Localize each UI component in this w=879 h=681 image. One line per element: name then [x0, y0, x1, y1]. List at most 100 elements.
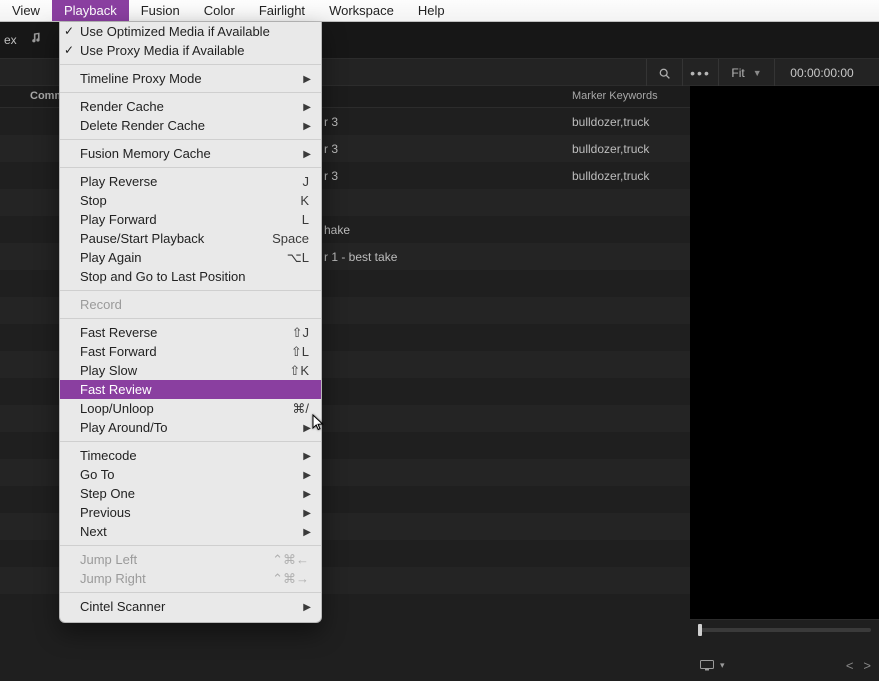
- timecode-display[interactable]: 00:00:00:00: [774, 59, 869, 87]
- slider-knob[interactable]: [698, 624, 702, 636]
- menu-item-timeline-proxy-mode[interactable]: Timeline Proxy Mode ▶: [60, 69, 321, 88]
- menu-separator: [60, 592, 321, 593]
- submenu-arrow-icon: ▶: [303, 70, 311, 89]
- menu-item-label: Step One: [80, 486, 135, 501]
- menu-item-play-forward[interactable]: Play Forward L: [60, 210, 321, 229]
- menu-item-previous[interactable]: Previous ▶: [60, 503, 321, 522]
- menu-item-label: Delete Render Cache: [80, 118, 205, 133]
- menu-item-label: Timecode: [80, 448, 137, 463]
- menu-item-label: Play Slow: [80, 363, 137, 378]
- menu-shortcut: ⇧L: [291, 342, 309, 361]
- menu-item-label: Pause/Start Playback: [80, 231, 204, 246]
- menu-workspace[interactable]: Workspace: [317, 0, 406, 21]
- menu-shortcut: ⇧J: [292, 323, 309, 342]
- jog-slider[interactable]: [698, 628, 871, 632]
- menu-item-stop-and-go-to-last-position[interactable]: Stop and Go to Last Position: [60, 267, 321, 286]
- menu-item-pause-start-playback[interactable]: Pause/Start Playback Space: [60, 229, 321, 248]
- submenu-arrow-icon: ▶: [303, 447, 311, 466]
- menu-item-label: Play Around/To: [80, 420, 167, 435]
- menu-item-label: Cintel Scanner: [80, 599, 165, 614]
- menu-item-label: Timeline Proxy Mode: [80, 71, 202, 86]
- menu-separator: [60, 139, 321, 140]
- menu-shortcut: L: [302, 210, 309, 229]
- prev-button[interactable]: <: [846, 658, 854, 673]
- menu-fairlight[interactable]: Fairlight: [247, 0, 317, 21]
- menu-item-record: Record: [60, 295, 321, 314]
- menu-shortcut: Space: [272, 229, 309, 248]
- menu-item-label: Fast Forward: [80, 344, 157, 359]
- menu-separator: [60, 290, 321, 291]
- menu-item-jump-left: Jump Left⌃⌘←: [60, 550, 321, 569]
- menu-item-render-cache[interactable]: Render Cache▶: [60, 97, 321, 116]
- chevron-down-icon: ▼: [753, 68, 762, 78]
- menu-fusion[interactable]: Fusion: [129, 0, 192, 21]
- zoom-fit-dropdown[interactable]: Fit ▼: [718, 59, 774, 87]
- menu-item-fast-reverse[interactable]: Fast Reverse ⇧J: [60, 323, 321, 342]
- menu-item-label: Loop/Unloop: [80, 401, 154, 416]
- menu-playback[interactable]: Playback: [52, 0, 129, 21]
- menu-color[interactable]: Color: [192, 0, 247, 21]
- chevron-down-icon: ▾: [720, 660, 725, 671]
- submenu-arrow-icon: ▶: [303, 419, 311, 438]
- playback-menu: ✓ Use Optimized Media if Available ✓ Use Pr…: [59, 22, 322, 623]
- menu-item-loop-unloop[interactable]: Loop/Unloop ⌘/: [60, 399, 321, 418]
- column-marker-keywords[interactable]: Marker Keywords: [572, 90, 658, 102]
- menu-separator: [60, 64, 321, 65]
- menu-item-play-around-to[interactable]: Play Around/To ▶: [60, 418, 321, 437]
- viewer-footer: ▾ < >: [690, 619, 879, 681]
- menu-item-go-to[interactable]: Go To▶: [60, 465, 321, 484]
- submenu-arrow-icon: ▶: [303, 504, 311, 523]
- menu-item-label: Stop: [80, 193, 107, 208]
- menu-item-use-proxy-media-if-available[interactable]: ✓ Use Proxy Media if Available: [60, 41, 321, 60]
- music-note-icon[interactable]: [29, 31, 42, 49]
- menu-item-delete-render-cache[interactable]: Delete Render Cache ▶: [60, 116, 321, 135]
- menu-item-label: Use Optimized Media if Available: [80, 24, 270, 39]
- menu-shortcut: ⌘/: [292, 399, 309, 418]
- check-icon: ✓: [64, 41, 74, 60]
- menu-item-cintel-scanner[interactable]: Cintel Scanner ▶: [60, 597, 321, 616]
- menu-item-label: Play Again: [80, 250, 141, 265]
- menu-shortcut: ⇧K: [289, 361, 309, 380]
- menu-item-timecode[interactable]: Timecode ▶: [60, 446, 321, 465]
- menu-separator: [60, 92, 321, 93]
- zoom-fit-label: Fit: [731, 66, 744, 80]
- display-mode-button[interactable]: ▾: [700, 660, 725, 671]
- menu-separator: [60, 441, 321, 442]
- menu-item-play-slow[interactable]: Play Slow ⇧K: [60, 361, 321, 380]
- menu-item-fusion-memory-cache[interactable]: Fusion Memory Cache▶: [60, 144, 321, 163]
- menu-separator: [60, 167, 321, 168]
- menu-item-label: Record: [80, 297, 122, 312]
- menu-item-fast-review[interactable]: Fast Review: [60, 380, 321, 399]
- menu-shortcut: K: [300, 191, 309, 210]
- next-button[interactable]: >: [863, 658, 871, 673]
- submenu-arrow-icon: ▶: [303, 466, 311, 485]
- menu-item-label: Fast Review: [80, 382, 152, 397]
- menu-view[interactable]: View: [0, 0, 52, 21]
- menu-item-play-again[interactable]: Play Again ⌥L: [60, 248, 321, 267]
- menu-item-label: Play Forward: [80, 212, 157, 227]
- submenu-arrow-icon: ▶: [303, 117, 311, 136]
- menu-item-step-one[interactable]: Step One▶: [60, 484, 321, 503]
- more-options-button[interactable]: •••: [682, 59, 718, 87]
- menu-item-label: Use Proxy Media if Available: [80, 43, 245, 58]
- menu-item-play-reverse[interactable]: Play ReverseJ: [60, 172, 321, 191]
- menu-item-jump-right: Jump Right⌃⌘→: [60, 569, 321, 588]
- check-icon: ✓: [64, 22, 74, 41]
- menu-item-fast-forward[interactable]: Fast Forward ⇧L: [60, 342, 321, 361]
- submenu-arrow-icon: ▶: [303, 598, 311, 617]
- menu-item-label: Fast Reverse: [80, 325, 157, 340]
- menu-item-label: Play Reverse: [80, 174, 157, 189]
- viewer-panel: [690, 86, 879, 619]
- search-button[interactable]: [646, 59, 682, 87]
- menu-item-label: Fusion Memory Cache: [80, 146, 211, 161]
- menu-shortcut: ⌃⌘→: [272, 569, 309, 588]
- menu-item-label: Previous: [80, 505, 131, 520]
- menu-item-stop[interactable]: Stop K: [60, 191, 321, 210]
- submenu-arrow-icon: ▶: [303, 523, 311, 542]
- menu-item-next[interactable]: Next▶: [60, 522, 321, 541]
- menu-item-label: Render Cache: [80, 99, 164, 114]
- menu-separator: [60, 545, 321, 546]
- menu-shortcut: ⌥L: [287, 248, 309, 267]
- menu-help[interactable]: Help: [406, 0, 457, 21]
- menu-item-use-optimized-media-if-available[interactable]: ✓ Use Optimized Media if Available: [60, 22, 321, 41]
